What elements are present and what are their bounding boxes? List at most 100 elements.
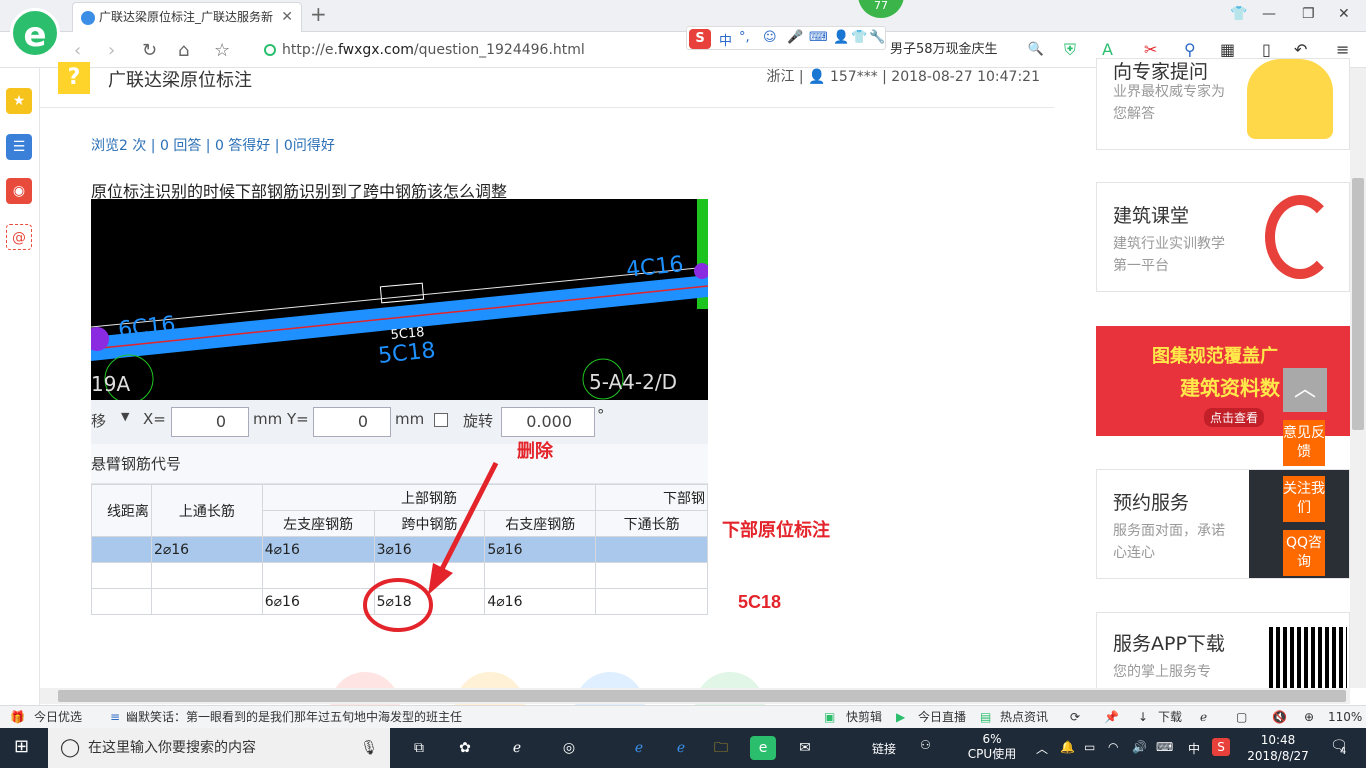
news-ticker[interactable]: 幽默笑话：第一眼看到的是我们那年过五旬地中海发型的班主任: [126, 706, 462, 728]
volume-icon[interactable]: 🔊: [1132, 740, 1147, 754]
search-icon[interactable]: 🔍: [1028, 38, 1044, 62]
minimize-icon[interactable]: —: [1262, 6, 1276, 22]
wifi-icon[interactable]: ◠: [1108, 740, 1118, 754]
zoom-icon[interactable]: ⊕: [1304, 706, 1314, 728]
reader-icon[interactable]: ☰: [6, 134, 32, 160]
browser-tab[interactable]: 广联达梁原位标注_广联达服务新 ✕: [72, 2, 302, 32]
cpu-meter[interactable]: 6% CPU使用: [962, 732, 1022, 762]
wrench-icon[interactable]: 🔧: [869, 30, 885, 45]
table-cell[interactable]: [595, 562, 708, 589]
edge-icon[interactable]: ℯ: [504, 736, 530, 760]
table-cell[interactable]: [595, 536, 708, 563]
scroll-thumb[interactable]: [58, 690, 1346, 702]
feedback-button[interactable]: 意见反馈: [1283, 420, 1325, 466]
ime-indicator[interactable]: 中: [1188, 740, 1200, 757]
table-cell[interactable]: [150, 562, 263, 589]
zoom-level[interactable]: 110%: [1328, 706, 1362, 728]
table-cell[interactable]: [150, 588, 263, 615]
ie-icon[interactable]: ℯ: [1200, 706, 1207, 728]
star-icon[interactable]: ☆: [214, 40, 230, 61]
pin-icon[interactable]: 📌: [1104, 706, 1119, 728]
sogou-icon[interactable]: S: [689, 29, 711, 49]
tray-up-icon[interactable]: ︿: [1036, 740, 1048, 757]
bell-icon[interactable]: 🔔: [1060, 740, 1075, 754]
horizontal-scrollbar[interactable]: [40, 688, 1350, 704]
mic-icon[interactable]: 🎤: [787, 30, 803, 45]
ie-alt-icon[interactable]: ℯ: [668, 736, 694, 760]
status-item[interactable]: 快剪辑: [846, 706, 882, 728]
back-to-top-icon[interactable]: ︿: [1283, 368, 1327, 412]
back-icon[interactable]: ‹: [74, 40, 81, 61]
qq-consult-button[interactable]: QQ咨询: [1283, 530, 1325, 576]
move-label[interactable]: 移: [91, 410, 106, 431]
sync-icon[interactable]: ⟳: [1070, 706, 1080, 728]
app-download-card[interactable]: 服务APP下载 您的掌上服务专: [1096, 612, 1350, 692]
translate-icon[interactable]: A: [1102, 40, 1113, 59]
windows-start-icon[interactable]: ⊞: [14, 736, 29, 757]
browser-logo[interactable]: e: [10, 8, 60, 58]
clock[interactable]: 10:48 2018/8/27: [1238, 732, 1318, 764]
table-cell[interactable]: [91, 536, 152, 563]
course-card[interactable]: 建筑课堂 建筑行业实训教学第一平台: [1096, 182, 1350, 292]
x-input[interactable]: 0: [171, 407, 249, 437]
ie-taskbar-icon[interactable]: ℯ: [626, 736, 652, 760]
task-view-icon[interactable]: ⧉: [406, 736, 432, 760]
people-icon[interactable]: ⚇: [920, 738, 931, 752]
home-icon[interactable]: ⌂: [178, 40, 189, 61]
scroll-thumb[interactable]: [1352, 178, 1364, 430]
mail-taskbar-icon[interactable]: ✉: [792, 736, 818, 760]
links-label[interactable]: 链接: [872, 740, 896, 757]
table-cell[interactable]: [91, 588, 152, 615]
menu-icon[interactable]: ≡: [1336, 40, 1349, 59]
keyboard-icon[interactable]: ⌨: [809, 30, 828, 45]
microphone-icon[interactable]: 🎙: [360, 728, 378, 768]
undo-icon[interactable]: ↶: [1294, 40, 1307, 59]
mute-icon[interactable]: 🔇: [1272, 706, 1287, 728]
favorites-icon[interactable]: ★: [6, 88, 32, 114]
status-item[interactable]: 今日直播: [918, 706, 966, 728]
mail-icon[interactable]: @: [6, 224, 32, 250]
address-bar[interactable]: http://e.fwxgx.com/question_1924496.html: [260, 38, 680, 62]
y-input[interactable]: 0: [313, 407, 391, 437]
keyboard-tray-icon[interactable]: ⌨: [1156, 740, 1173, 754]
expert-card[interactable]: 向专家提问 业界最权威专家为您解答: [1096, 58, 1350, 150]
table-cell[interactable]: [91, 562, 152, 589]
refresh-icon[interactable]: ↻: [142, 40, 157, 61]
forward-icon[interactable]: ›: [108, 40, 115, 61]
status-item[interactable]: 下载: [1158, 706, 1182, 728]
restore-icon[interactable]: ❐: [1302, 6, 1315, 22]
folder-icon[interactable]: 🗀: [708, 736, 734, 760]
user-icon[interactable]: 👤: [833, 30, 849, 45]
shield-icon[interactable]: ⛨: [1064, 40, 1076, 60]
vertical-scrollbar[interactable]: [1350, 68, 1366, 688]
ime-mode[interactable]: 中: [719, 30, 732, 49]
banner-button[interactable]: 点击查看: [1204, 408, 1265, 427]
question-stats[interactable]: 浏览2 次 | 0 回答 | 0 答得好 | 0问得好: [91, 135, 335, 155]
smile-icon[interactable]: ☺: [763, 30, 777, 45]
ime-punct[interactable]: °,: [739, 30, 750, 45]
today-picks[interactable]: 今日优选: [34, 706, 82, 728]
rotate-checkbox[interactable]: [434, 413, 448, 427]
tab-close-icon[interactable]: ✕: [281, 3, 293, 31]
swirl-app-icon[interactable]: ◎: [556, 736, 582, 760]
window-icon[interactable]: ▢: [1236, 706, 1247, 728]
search-box[interactable]: 男子58万现金庆生 🔍: [890, 38, 1050, 62]
taskbar-search[interactable]: ◯ 在这里输入你要搜索的内容 🎙: [48, 728, 390, 768]
close-window-icon[interactable]: ✕: [1338, 6, 1350, 22]
new-tab-icon[interactable]: +: [310, 2, 327, 26]
follow-button[interactable]: 关注我们: [1283, 476, 1325, 522]
apps-icon[interactable]: ▦: [1220, 40, 1235, 59]
rotate-input[interactable]: 0.000: [501, 407, 595, 437]
status-item[interactable]: 热点资讯: [1000, 706, 1048, 728]
network-icon[interactable]: ▭: [1084, 740, 1095, 754]
pinwheel-icon[interactable]: ✿: [452, 736, 478, 760]
table-cell[interactable]: [595, 588, 708, 615]
sogou-tray-icon[interactable]: S: [1212, 738, 1230, 756]
360-browser-icon[interactable]: e: [750, 736, 776, 760]
weibo-icon[interactable]: ◉: [6, 178, 32, 204]
shirt-skin-icon[interactable]: 👕: [1230, 6, 1247, 22]
weather-badge[interactable]: 77: [858, 0, 904, 18]
table-cell[interactable]: 2​⌀16: [150, 536, 263, 563]
shirt-icon[interactable]: 👕: [851, 30, 867, 45]
move-dropdown-icon[interactable]: ▼: [121, 410, 129, 423]
